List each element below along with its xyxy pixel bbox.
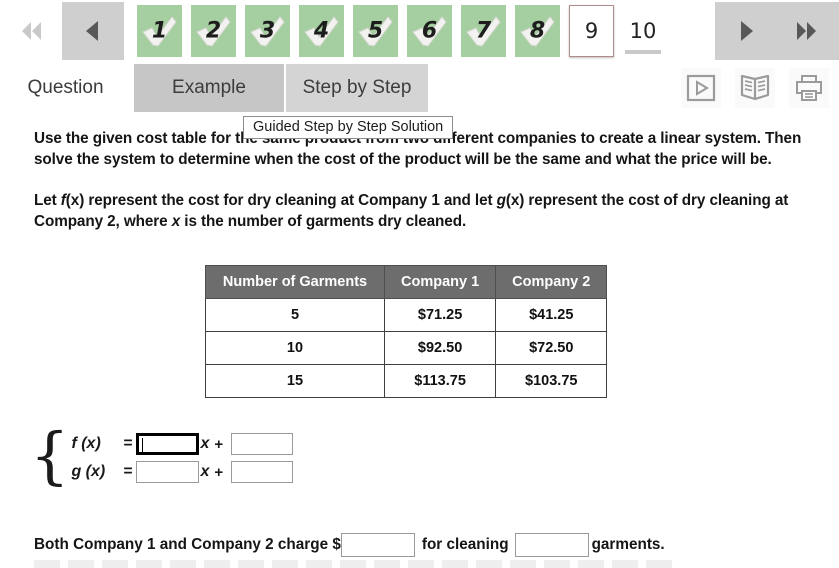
page-tile-underline (625, 50, 661, 54)
page-tile-8[interactable]: 8 (515, 5, 560, 57)
equation-label-g: g (x) (71, 463, 106, 480)
page-tile-label: 5 (367, 18, 384, 44)
next-page-button[interactable] (715, 2, 777, 60)
table-row: 15 $113.75 $103.75 (205, 364, 608, 398)
tab-step-by-step[interactable]: Step by Step (286, 64, 428, 112)
f-slope-input[interactable] (135, 433, 199, 455)
right-arrow-icon (741, 21, 753, 41)
tab-question-label: Question (27, 77, 104, 98)
curly-brace: { (30, 419, 70, 492)
page-tile-3[interactable]: 3 (245, 5, 290, 57)
cell-company-2: $103.75 (495, 364, 608, 398)
final-suffix: garments. (591, 536, 665, 553)
equation-rows: f (x) = x + g (x) = x + (71, 433, 294, 483)
tab-step-by-step-label: Step by Step (302, 77, 412, 98)
cell-garments: 15 (205, 364, 385, 398)
p2-pre: Let (34, 192, 61, 209)
final-answer-sentence: Both Company 1 and Company 2 charge $ fo… (34, 533, 665, 557)
equation-row-g: g (x) = x + (71, 461, 294, 483)
page-tile-label: 9 (584, 19, 599, 43)
page-tile-label: 10 (629, 19, 657, 43)
cell-garments: 10 (205, 331, 385, 365)
printer-icon (796, 75, 822, 101)
table-header-company-1: Company 1 (383, 265, 497, 299)
g-variable-x: x (200, 463, 210, 480)
left-arrow-icon (86, 21, 98, 41)
tooltip: Guided Step by Step Solution (243, 116, 454, 139)
price-input[interactable] (340, 533, 415, 557)
first-page-button[interactable] (0, 2, 62, 60)
cell-company-2: $41.25 (495, 298, 608, 332)
g-plus-sign: + (214, 463, 224, 481)
textbook-button[interactable] (735, 68, 775, 108)
double-right-arrow-icon (797, 22, 816, 40)
page-tile-label: 3 (259, 18, 276, 44)
table-header-company-2: Company 2 (495, 265, 608, 299)
equals-sign-f: = (123, 435, 133, 452)
page-tile-5[interactable]: 5 (353, 5, 398, 57)
video-button[interactable] (681, 68, 721, 108)
p2-x: x (171, 213, 181, 230)
cell-company-2: $72.50 (495, 331, 608, 365)
double-left-arrow-icon (22, 22, 41, 40)
page-tile-label: 1 (151, 18, 168, 44)
cell-garments: 5 (205, 298, 385, 332)
table-row: 5 $71.25 $41.25 (205, 298, 608, 332)
p2-gx: (x) (505, 192, 525, 209)
f-intercept-input[interactable] (231, 433, 294, 455)
tab-question[interactable]: Question (8, 64, 123, 112)
p2-g: g (496, 192, 506, 209)
print-button[interactable] (789, 68, 829, 108)
table-row: 10 $92.50 $72.50 (205, 331, 608, 365)
page-tile-1[interactable]: 1 (137, 5, 182, 57)
p2-mid: represent the cost for dry cleaning at C… (84, 192, 497, 209)
tab-example-label: Example (172, 77, 246, 98)
cell-company-1: $113.75 (383, 364, 497, 398)
page-tile-label: 7 (475, 18, 492, 44)
garments-input[interactable] (514, 533, 589, 557)
play-video-icon (686, 74, 716, 102)
p2-end: is the number of garments dry cleaned. (180, 213, 467, 230)
g-intercept-input[interactable] (231, 461, 294, 483)
clipped-bottom-row (34, 560, 674, 568)
tool-icon-group (681, 68, 829, 108)
page-tile-10[interactable]: 10 (623, 5, 663, 57)
page-tiles: 1 2 3 4 5 6 7 8 9 10 (137, 5, 672, 57)
system-of-equations: { f (x) = x + g (x) = x + (30, 419, 294, 492)
page-tile-label: 6 (421, 18, 438, 44)
question-content: Use the given cost table for the same pr… (34, 128, 809, 232)
last-page-button[interactable] (777, 2, 839, 60)
table-header-row: Number of Garments Company 1 Company 2 (205, 265, 608, 299)
question-paragraph-2: Let f(x) represent the cost for dry clea… (34, 190, 809, 232)
f-variable-x: x (200, 435, 210, 452)
page-tile-2[interactable]: 2 (191, 5, 236, 57)
final-prefix: Both Company 1 and Company 2 charge $ (34, 536, 341, 553)
equation-row-f: f (x) = x + (71, 433, 294, 455)
page-tile-current-9[interactable]: 9 (569, 5, 614, 57)
page-tile-6[interactable]: 6 (407, 5, 452, 57)
final-middle: for cleaning (421, 536, 509, 553)
page-tile-4[interactable]: 4 (299, 5, 344, 57)
cost-table: Number of Garments Company 1 Company 2 5… (205, 265, 608, 398)
page-tile-label: 8 (529, 18, 546, 44)
open-book-icon (740, 74, 770, 101)
page-tile-7[interactable]: 7 (461, 5, 506, 57)
g-slope-input[interactable] (135, 461, 199, 483)
f-plus-sign: + (214, 435, 224, 453)
p2-fx: (x) (65, 192, 85, 209)
equation-label-f: f (x) (71, 435, 101, 452)
tab-example[interactable]: Example (134, 64, 284, 112)
cell-company-1: $71.25 (383, 298, 497, 332)
table-header-garments: Number of Garments (205, 265, 385, 299)
previous-page-button[interactable] (62, 2, 124, 60)
cell-company-1: $92.50 (383, 331, 497, 365)
equals-sign-g: = (123, 463, 133, 480)
page-tile-label: 4 (313, 18, 330, 44)
pagination-bar: 1 2 3 4 5 6 7 8 9 10 (0, 0, 839, 62)
page-tile-label: 2 (205, 18, 222, 44)
